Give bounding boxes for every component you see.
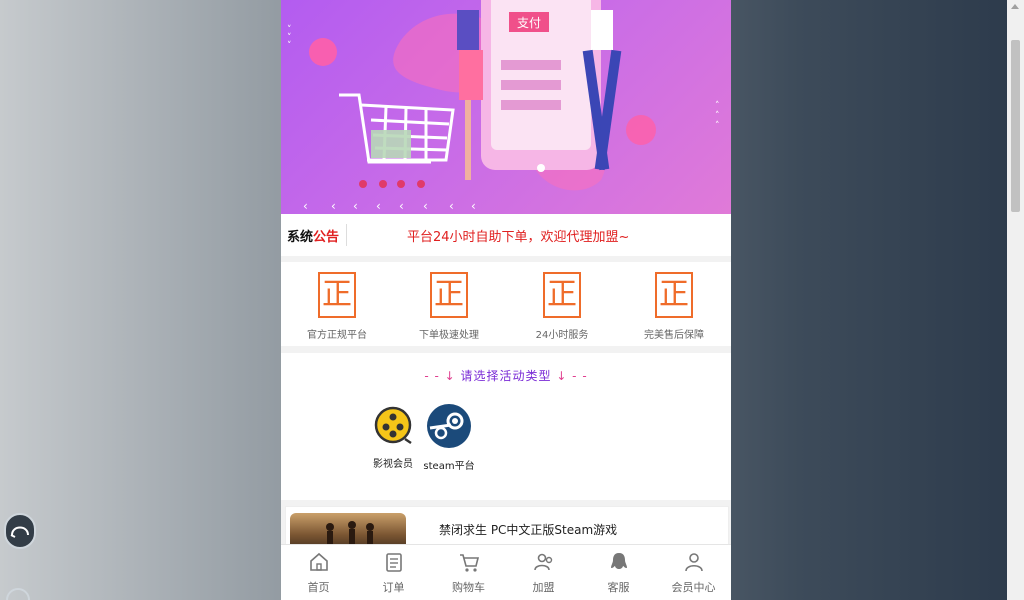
order-icon <box>385 553 402 572</box>
film-reel-icon <box>374 406 412 445</box>
feature-fast: 正 下单极速处理 <box>393 272 505 341</box>
tab-home[interactable]: 首页 <box>281 551 356 595</box>
svg-text:‹: ‹ <box>303 199 308 213</box>
product-card[interactable]: 禁闭求生 PC中文正版Steam游戏 <box>285 506 729 553</box>
svg-text:˄: ˄ <box>715 111 720 121</box>
tab-label: 客服 <box>607 581 630 594</box>
cart-icon <box>459 554 479 572</box>
feature-badge-icon: 正 <box>430 272 468 318</box>
category-film-membership[interactable]: 影视会员 <box>363 403 423 470</box>
service-icon <box>610 553 627 569</box>
headphone-icon <box>10 526 29 538</box>
bottom-tab-bar: 首页 订单 购物车 加盟 客服 会员中心 <box>281 544 731 600</box>
tab-label: 加盟 <box>532 581 555 594</box>
svg-text:‹: ‹ <box>449 199 454 213</box>
join-icon <box>533 553 552 571</box>
scrollbar-thumb[interactable] <box>1011 40 1020 212</box>
tab-label: 首页 <box>307 581 330 594</box>
steam-icon <box>427 404 471 448</box>
activity-type-section: - - ↓ 请选择活动类型 ↓ - - 影视会员 steam平台 <box>281 353 731 500</box>
svg-text:‹: ‹ <box>399 199 404 213</box>
feature-official: 正 官方正规平台 <box>281 272 393 341</box>
category-label: 影视会员 <box>373 459 413 470</box>
svg-text:˄: ˄ <box>715 101 720 111</box>
notice-marquee-text[interactable]: 平台24小时自助下单，欢迎代理加盟~ <box>407 226 629 245</box>
home-icon <box>309 552 328 571</box>
tab-join[interactable]: 加盟 <box>506 551 581 595</box>
feature-aftersales: 正 完美售后保障 <box>618 272 730 341</box>
tab-service[interactable]: 客服 <box>581 551 656 595</box>
tab-label: 订单 <box>382 581 405 594</box>
feature-label: 24小时服务 <box>535 330 589 341</box>
scroll-up-arrow-icon[interactable] <box>1011 4 1019 9</box>
svg-text:˅: ˅ <box>287 41 292 51</box>
mobile-page: 支付 ‹ ‹ ‹ ‹ ‹ ‹ ‹ ‹ ˅ ˅ ˅ ˄ ˄ ˄ 系统公告 平台24… <box>281 0 731 600</box>
svg-text:˄: ˄ <box>715 121 720 131</box>
tab-label: 会员中心 <box>671 581 716 594</box>
pay-label: 支付 <box>517 16 541 30</box>
page-scrollbar[interactable] <box>1007 0 1024 600</box>
feature-badge-icon: 正 <box>655 272 693 318</box>
feature-row: 正 官方正规平台 正 下单极速处理 正 24小时服务 正 完美售后保障 <box>281 262 731 346</box>
category-steam[interactable]: steam平台 <box>419 403 479 472</box>
product-title[interactable]: 禁闭求生 PC中文正版Steam游戏 <box>439 521 617 538</box>
notice-divider <box>346 224 347 246</box>
tab-member-center[interactable]: 会员中心 <box>656 551 731 595</box>
tab-cart[interactable]: 购物车 <box>431 551 506 595</box>
feature-badge-icon: 正 <box>543 272 581 318</box>
svg-text:‹: ‹ <box>353 199 358 213</box>
feature-label: 官方正规平台 <box>307 330 367 341</box>
floating-music-button[interactable] <box>4 513 36 549</box>
svg-text:‹: ‹ <box>471 199 476 213</box>
category-label: steam平台 <box>423 461 475 472</box>
banner-illustration: 支付 ‹ ‹ ‹ ‹ ‹ ‹ ‹ ‹ ˅˅˅ ˄˄˄ <box>287 0 720 213</box>
feature-label: 完美售后保障 <box>644 330 704 341</box>
tab-orders[interactable]: 订单 <box>356 551 431 595</box>
feature-badge-icon: 正 <box>318 272 356 318</box>
svg-text:‹: ‹ <box>423 199 428 213</box>
system-notice-bar: 系统公告 平台24小时自助下单，欢迎代理加盟~ <box>281 214 731 256</box>
user-icon <box>684 553 703 572</box>
floating-secondary-button[interactable] <box>6 588 30 600</box>
feature-24h: 正 24小时服务 <box>506 272 618 341</box>
promo-banner[interactable]: 支付 ‹ ‹ ‹ ‹ ‹ ‹ ‹ ‹ ˅ ˅ ˅ ˄ ˄ ˄ <box>281 0 731 214</box>
feature-label: 下单极速处理 <box>419 330 479 341</box>
svg-text:‹: ‹ <box>331 199 336 213</box>
tab-label: 购物车 <box>452 581 485 594</box>
activity-type-title: - - ↓ 请选择活动类型 ↓ - - <box>424 369 588 383</box>
notice-title: 系统公告 <box>287 230 340 245</box>
svg-text:‹: ‹ <box>376 199 381 213</box>
